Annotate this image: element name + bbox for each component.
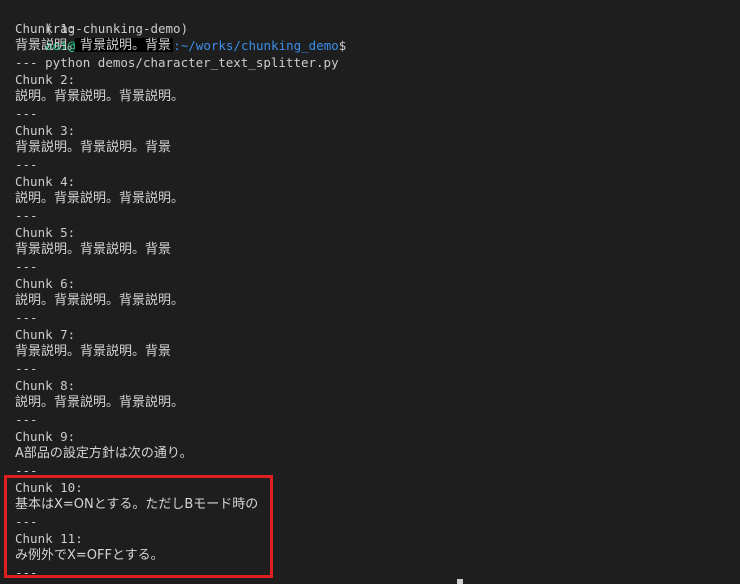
chunk-label: Chunk 4: [15, 174, 76, 189]
chunk-label: Chunk 5: [15, 225, 76, 240]
chunk-separator: --- [15, 55, 38, 70]
chunk-separator: --- [15, 361, 38, 376]
chunk-separator: --- [15, 259, 38, 274]
chunk-label: Chunk 6: [15, 276, 76, 291]
chunk-label: Chunk 1: [15, 21, 76, 36]
chunk-label: Chunk 8: [15, 378, 76, 393]
chunk-text: 背景説明。背景説明。背景 [15, 344, 172, 359]
chunk-separator: --- [15, 208, 38, 223]
chunk-label: Chunk 7: [15, 327, 76, 342]
prompt-command: python demos/character_text_splitter.py [45, 55, 339, 70]
chunk-separator: --- [15, 310, 38, 325]
chunk-text: 説明。背景説明。背景説明。 [15, 395, 185, 410]
chunk-text: 背景説明。背景説明。背景 [15, 38, 172, 53]
chunk-label: Chunk 2: [15, 72, 76, 87]
terminal-cursor [457, 579, 463, 584]
chunk-separator: --- [15, 412, 38, 427]
terminal-window[interactable]: (rag-chunking-demo) aoi@:~/works/chunkin… [0, 0, 740, 584]
chunk-text: 説明。背景説明。背景説明。 [15, 293, 185, 308]
chunk-text: 説明。背景説明。背景説明。 [15, 191, 185, 206]
chunk-text: 背景説明。背景説明。背景 [15, 242, 172, 257]
chunk-text: 背景説明。背景説明。背景 [15, 140, 172, 155]
chunk-separator: --- [15, 157, 38, 172]
prompt-symbol: $ [338, 38, 347, 53]
chunk-label: Chunk 3: [15, 123, 76, 138]
chunk-label: Chunk 9: [15, 429, 76, 444]
chunk-text: A部品の設定方針は次の通り。 [15, 446, 193, 461]
prompt-path: :~/works/chunking_demo [173, 38, 339, 53]
chunk-text: 説明。背景説明。背景説明。 [15, 89, 185, 104]
chunk-separator: --- [15, 106, 38, 121]
prompt-line: (rag-chunking-demo) aoi@:~/works/chunkin… [15, 3, 346, 70]
highlight-box [4, 475, 273, 578]
